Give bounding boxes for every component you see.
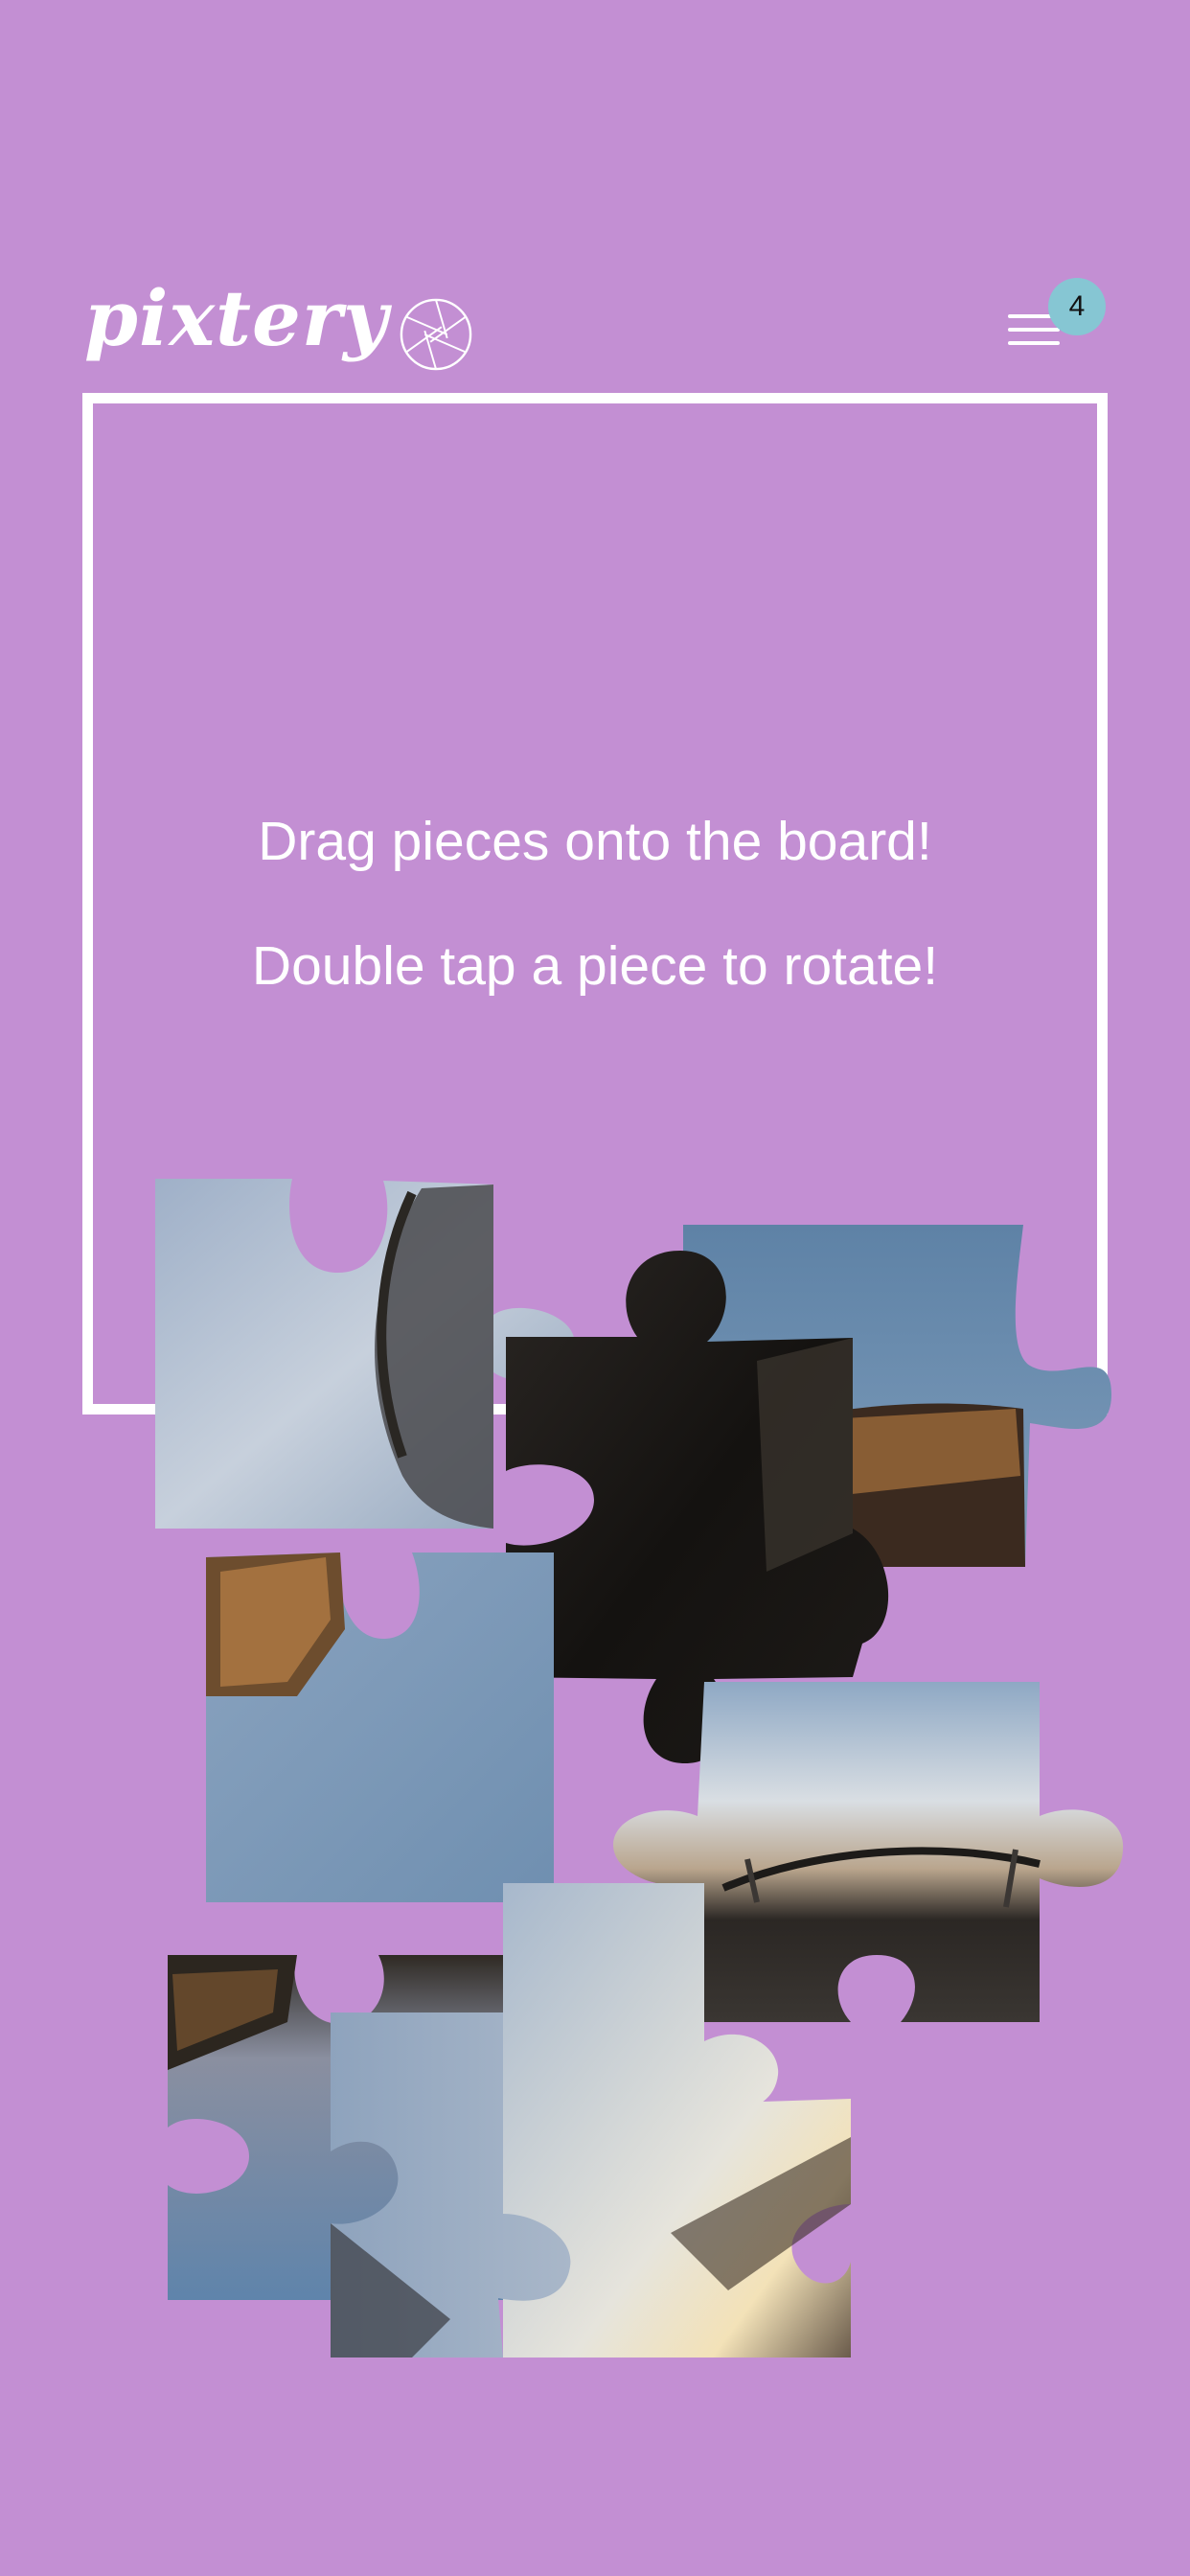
puzzle-piece-tower-sky[interactable] [206, 1552, 554, 1902]
puzzle-pieces [155, 1179, 1124, 2358]
